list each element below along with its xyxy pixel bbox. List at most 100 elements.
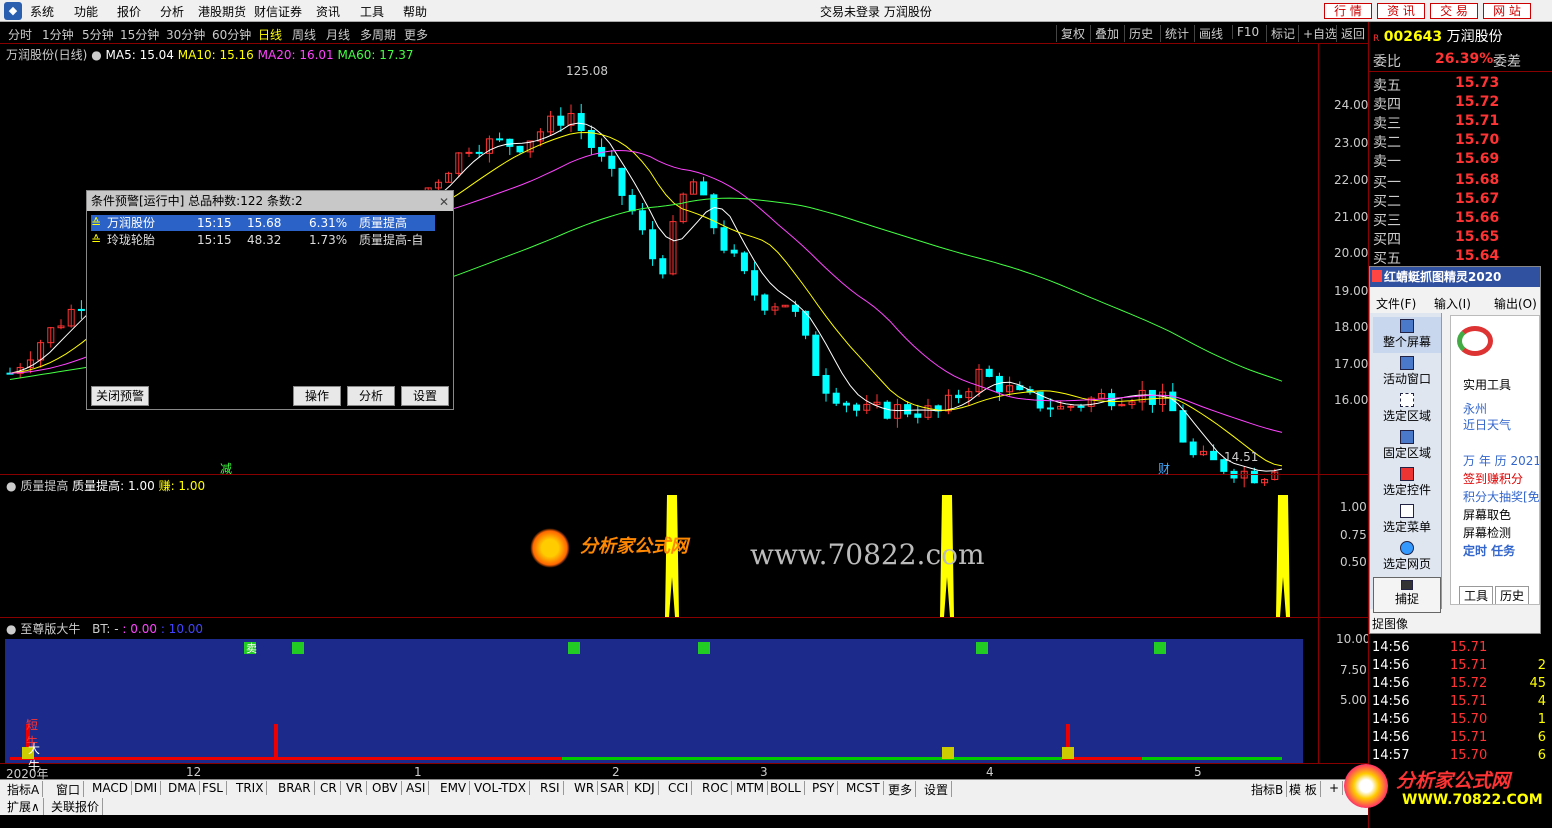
menu-hk-futures[interactable]: 港股期货: [198, 3, 246, 20]
menu-file[interactable]: 文件(F): [1376, 295, 1416, 312]
side-link[interactable]: 永州: [1463, 400, 1487, 417]
mark-button[interactable]: 标记: [1266, 25, 1295, 42]
orderbook-row[interactable]: 卖三 15.71: [1373, 113, 1549, 132]
period-multi[interactable]: 多周期: [360, 26, 396, 43]
history-button[interactable]: 历史: [1124, 25, 1153, 42]
period-tick[interactable]: 分时: [8, 26, 32, 43]
menu-news[interactable]: 资讯: [316, 3, 340, 20]
expand-button[interactable]: 扩展∧: [4, 798, 44, 815]
settings-icon[interactable]: ●: [91, 48, 101, 62]
menu-system[interactable]: 系统: [30, 3, 54, 20]
news-button[interactable]: 资 讯: [1377, 3, 1425, 19]
orderbook-row[interactable]: 卖一 15.69: [1373, 151, 1549, 170]
analyze-button[interactable]: 分析: [347, 386, 395, 406]
menu-input[interactable]: 输入(I): [1434, 295, 1471, 312]
period-monthly[interactable]: 月线: [326, 26, 350, 43]
indicator-tab[interactable]: ASI: [403, 781, 430, 795]
side-link[interactable]: 屏幕检测: [1463, 524, 1511, 541]
period-1min[interactable]: 1分钟: [42, 26, 74, 43]
trade-button[interactable]: 交 易: [1430, 3, 1478, 19]
indicator-tab[interactable]: WR: [571, 781, 599, 795]
orderbook-row[interactable]: 买三 15.66: [1373, 210, 1549, 229]
tab-tools[interactable]: 工具: [1459, 586, 1494, 604]
menu-output[interactable]: 输出(O): [1494, 295, 1537, 312]
indicator-tab[interactable]: CR: [317, 781, 341, 795]
indicator-tab[interactable]: MCST: [843, 781, 884, 795]
period-15min[interactable]: 15分钟: [120, 26, 159, 43]
period-60min[interactable]: 60分钟: [212, 26, 251, 43]
capture-region-button[interactable]: 选定区域: [1373, 391, 1441, 427]
close-icon[interactable]: ✕: [439, 195, 449, 209]
side-link[interactable]: 积分大抽奖[免: [1463, 488, 1539, 505]
orderbook-row[interactable]: 卖二 15.70: [1373, 132, 1549, 151]
settings-icon[interactable]: ●: [6, 479, 16, 493]
indicator-tab[interactable]: OBV: [369, 781, 402, 795]
indicator-tab[interactable]: SAR: [597, 781, 629, 795]
capture-webpage-button[interactable]: 选定网页: [1373, 539, 1441, 575]
orderbook-row[interactable]: 卖五 15.73: [1373, 75, 1549, 94]
orderbook-row[interactable]: 买二 15.67: [1373, 191, 1549, 210]
indicator-tab[interactable]: 设置: [921, 781, 953, 798]
menu-analysis[interactable]: 分析: [160, 3, 184, 20]
draw-button[interactable]: 画线: [1194, 25, 1223, 42]
indicator-tab[interactable]: ROC: [699, 781, 733, 795]
back-button[interactable]: 返回: [1336, 25, 1365, 42]
indicator-tab[interactable]: MACD: [89, 781, 132, 795]
indicator-tab[interactable]: RSI: [537, 781, 564, 795]
indicator-tab[interactable]: 更多: [885, 781, 917, 798]
quote-button[interactable]: 行 情: [1324, 3, 1372, 19]
fuquan-button[interactable]: 复权: [1056, 25, 1085, 42]
menu-help[interactable]: 帮助: [403, 3, 427, 20]
capture-menu-button[interactable]: 选定菜单: [1373, 502, 1441, 538]
orderbook-row[interactable]: 买五 15.64: [1373, 248, 1549, 267]
side-link[interactable]: 签到赚积分: [1463, 470, 1523, 487]
indicator-tab[interactable]: BRAR: [275, 781, 315, 795]
close-alert-button[interactable]: 关闭预警: [91, 386, 149, 406]
capture-fixed-region-button[interactable]: 固定区域: [1373, 428, 1441, 464]
capture-fullscreen-button[interactable]: 整个屏幕: [1373, 317, 1441, 353]
menu-quote[interactable]: 报价: [117, 3, 141, 20]
capture-active-window-button[interactable]: 活动窗口: [1373, 354, 1441, 390]
period-weekly[interactable]: 周线: [292, 26, 316, 43]
indicator-tab-right[interactable]: 指标B: [1248, 781, 1288, 798]
indicator-tab[interactable]: CCI: [665, 781, 693, 795]
side-link[interactable]: 万 年 历 2021: [1463, 452, 1539, 469]
indicator-tab[interactable]: KDJ: [631, 781, 659, 795]
menu-tools[interactable]: 工具: [360, 3, 384, 20]
indicator-tab[interactable]: FSL: [199, 781, 227, 795]
menu-function[interactable]: 功能: [74, 3, 98, 20]
settings-button[interactable]: 设置: [401, 386, 449, 406]
side-link[interactable]: 近日天气: [1463, 416, 1511, 433]
kline-chart[interactable]: [0, 44, 1368, 779]
indicator-tab[interactable]: BOLL: [767, 781, 805, 795]
website-button[interactable]: 网 站: [1483, 3, 1531, 19]
related-quote-tab[interactable]: 关联报价: [48, 798, 104, 815]
add-watchlist-button[interactable]: +自选: [1298, 25, 1337, 42]
orderbook-row[interactable]: 卖四 15.72: [1373, 94, 1549, 113]
tab-history[interactable]: 历史: [1495, 586, 1530, 604]
indicator-tab[interactable]: MTM: [733, 781, 769, 795]
period-more[interactable]: 更多: [404, 26, 428, 43]
menu-caixin[interactable]: 财信证券: [254, 3, 302, 20]
alert-row[interactable]: ≙ 玲珑轮胎 15:15 48.32 1.73% 质量提高-自: [91, 232, 435, 248]
orderbook-row[interactable]: 买一 15.68: [1373, 172, 1549, 191]
overlay-button[interactable]: 叠加: [1090, 25, 1119, 42]
side-link[interactable]: 定时 任务: [1463, 542, 1515, 559]
period-5min[interactable]: 5分钟: [82, 26, 114, 43]
alert-row[interactable]: ≙ 万润股份 15:15 15.68 6.31% 质量提高: [91, 215, 435, 231]
indicator-tab[interactable]: TRIX: [233, 781, 268, 795]
indicator-tab[interactable]: DMA: [165, 781, 200, 795]
period-daily[interactable]: 日线: [258, 26, 282, 43]
settings-icon[interactable]: ●: [6, 622, 16, 636]
operate-button[interactable]: 操作: [293, 386, 341, 406]
indicator-tab[interactable]: VR: [343, 781, 367, 795]
side-link[interactable]: 屏幕取色: [1463, 506, 1511, 523]
stats-button[interactable]: 统计: [1160, 25, 1189, 42]
orderbook-row[interactable]: 买四 15.65: [1373, 229, 1549, 248]
indicator-tab[interactable]: VOL-TDX: [471, 781, 530, 795]
indicator-tab[interactable]: 窗口: [53, 781, 85, 798]
indicator-tab[interactable]: DMI: [131, 781, 162, 795]
period-30min[interactable]: 30分钟: [166, 26, 205, 43]
capture-control-button[interactable]: 选定控件: [1373, 465, 1441, 501]
capture-button[interactable]: 捕捉: [1373, 577, 1441, 613]
